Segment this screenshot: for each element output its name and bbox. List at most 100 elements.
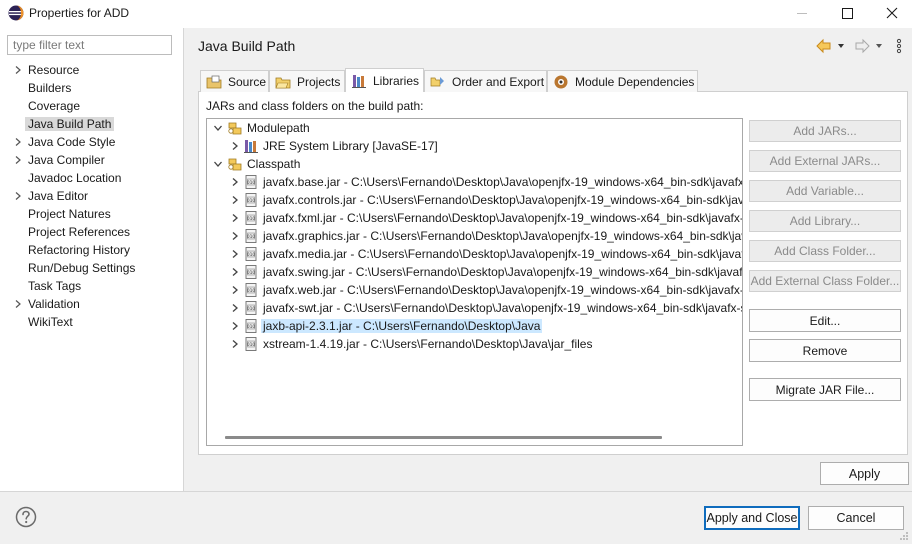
- chevron-right-icon[interactable]: [230, 339, 240, 349]
- sidebar-item[interactable]: Java Build Path: [0, 115, 183, 133]
- chevron-right-icon[interactable]: [13, 65, 23, 75]
- library-action-button[interactable]: Add Variable...: [749, 180, 901, 202]
- maximize-button[interactable]: [824, 0, 870, 26]
- build-path-tree[interactable]: Modulepath JRE System Library [JavaSE-17]…: [206, 118, 743, 446]
- close-button[interactable]: [869, 0, 912, 26]
- sidebar-item[interactable]: Java Compiler: [0, 151, 183, 169]
- tree-item-row[interactable]: 010 javafx-swt.jar - C:\Users\Fernando\De…: [207, 299, 742, 317]
- chevron-right-icon[interactable]: [13, 137, 23, 147]
- module-dependencies-icon: [554, 75, 568, 88]
- source-folder-icon: [206, 75, 222, 88]
- chevron-right-icon[interactable]: [230, 177, 240, 187]
- tab-projects[interactable]: Projects: [269, 70, 345, 92]
- svg-text:010: 010: [247, 324, 256, 330]
- sidebar-item[interactable]: Java Editor: [0, 187, 183, 205]
- library-action-button[interactable]: Add Class Folder...: [749, 240, 901, 262]
- sidebar-item-label: Builders: [28, 81, 72, 95]
- tree-item-row[interactable]: 010 javafx.controls.jar - C:\Users\Fernan…: [207, 191, 742, 209]
- sidebar-item[interactable]: Refactoring History: [0, 241, 183, 259]
- tree-item-row[interactable]: 010 javafx.media.jar - C:\Users\Fernando\…: [207, 245, 742, 263]
- chevron-right-icon[interactable]: [230, 231, 240, 241]
- library-action-button[interactable]: Migrate JAR File...: [749, 378, 901, 401]
- svg-text:010: 010: [247, 180, 256, 186]
- jar-icon: 010: [245, 211, 257, 225]
- filter-input[interactable]: [7, 35, 172, 55]
- chevron-right-icon[interactable]: [230, 321, 240, 331]
- library-container-icon: [228, 122, 242, 135]
- minimize-button[interactable]: [779, 0, 825, 26]
- tree-item-row[interactable]: 010 xstream-1.4.19.jar - C:\Users\Fernand…: [207, 335, 742, 353]
- forward-menu-chevron-icon[interactable]: [876, 44, 882, 48]
- sidebar-item[interactable]: Resource: [0, 61, 183, 79]
- sidebar-item[interactable]: Builders: [0, 79, 183, 97]
- tab-order-and-export[interactable]: Order and Export: [424, 70, 547, 92]
- view-menu-icon[interactable]: [896, 38, 902, 54]
- library-action-button[interactable]: Add JARs...: [749, 120, 901, 142]
- tab-source[interactable]: Source: [200, 70, 269, 92]
- tree-item-row[interactable]: 010 javafx.base.jar - C:\Users\Fernando\D…: [207, 173, 742, 191]
- chevron-right-icon[interactable]: [13, 191, 23, 201]
- sidebar-item[interactable]: Coverage: [0, 97, 183, 115]
- back-arrow-icon[interactable]: [816, 38, 831, 54]
- tree-item-row[interactable]: 010 javafx.swing.jar - C:\Users\Fernando\…: [207, 263, 742, 281]
- chevron-right-icon[interactable]: [230, 303, 240, 313]
- chevron-right-icon[interactable]: [13, 155, 23, 165]
- resize-grip-icon[interactable]: [899, 531, 909, 541]
- library-action-button[interactable]: Add External JARs...: [749, 150, 901, 172]
- chevron-right-icon[interactable]: [230, 141, 240, 151]
- tab-module-dependencies[interactable]: Module Dependencies: [547, 70, 698, 92]
- apply-and-close-button[interactable]: Apply and Close: [704, 506, 800, 530]
- library-action-button[interactable]: Edit...: [749, 309, 901, 332]
- sidebar-item-label: Java Editor: [28, 189, 89, 203]
- horizontal-scrollbar[interactable]: [225, 436, 662, 439]
- tree-group-row[interactable]: Modulepath: [207, 119, 742, 137]
- svg-text:010: 010: [247, 252, 256, 258]
- sidebar-item[interactable]: Javadoc Location: [0, 169, 183, 187]
- svg-text:010: 010: [247, 288, 256, 294]
- tree-item-row[interactable]: 010 javafx.graphics.jar - C:\Users\Fernan…: [207, 227, 742, 245]
- sidebar-item-label: Refactoring History: [28, 243, 131, 257]
- chevron-right-icon[interactable]: [13, 299, 23, 309]
- page-title: Java Build Path: [198, 38, 296, 54]
- back-menu-chevron-icon[interactable]: [838, 44, 844, 48]
- library-action-button[interactable]: Add Library...: [749, 210, 901, 232]
- sidebar-item[interactable]: Run/Debug Settings: [0, 259, 183, 277]
- tree-item-row[interactable]: 010 javafx.fxml.jar - C:\Users\Fernando\D…: [207, 209, 742, 227]
- chevron-right-icon[interactable]: [230, 195, 240, 205]
- tab-module-dependencies-label: Module Dependencies: [575, 74, 695, 89]
- sidebar-item[interactable]: WikiText: [0, 313, 183, 331]
- tree-item-label: Classpath: [247, 157, 301, 171]
- apply-button[interactable]: Apply: [820, 462, 909, 485]
- help-icon[interactable]: [15, 506, 37, 528]
- library-action-button[interactable]: Remove: [749, 339, 901, 362]
- sidebar-item-label: WikiText: [28, 315, 73, 329]
- tab-libraries[interactable]: Libraries: [345, 68, 424, 92]
- forward-arrow-icon[interactable]: [855, 38, 870, 54]
- cancel-button[interactable]: Cancel: [808, 506, 904, 530]
- libraries-description: JARs and class folders on the build path…: [206, 99, 424, 113]
- chevron-down-icon[interactable]: [213, 123, 223, 133]
- tree-item-label: javafx.controls.jar - C:\Users\Fernando\…: [263, 193, 742, 207]
- sidebar-item[interactable]: Project References: [0, 223, 183, 241]
- svg-text:010: 010: [247, 270, 256, 276]
- sidebar-item[interactable]: Project Natures: [0, 205, 183, 223]
- chevron-down-icon[interactable]: [213, 159, 223, 169]
- sidebar-item-label: Task Tags: [28, 279, 82, 293]
- tab-libraries-label: Libraries: [373, 73, 420, 88]
- chevron-right-icon[interactable]: [230, 213, 240, 223]
- sidebar-item[interactable]: Java Code Style: [0, 133, 183, 151]
- chevron-right-icon[interactable]: [230, 285, 240, 295]
- projects-icon: [275, 77, 291, 88]
- tree-item-row[interactable]: 010 javafx.web.jar - C:\Users\Fernando\De…: [207, 281, 742, 299]
- tree-item-row[interactable]: 010 jaxb-api-2.3.1.jar - C:\Users\Fernand…: [207, 317, 742, 335]
- sidebar-item[interactable]: Validation: [0, 295, 183, 313]
- tree-item-row[interactable]: JRE System Library [JavaSE-17]: [207, 137, 742, 155]
- chevron-right-icon[interactable]: [230, 267, 240, 277]
- chevron-right-icon[interactable]: [230, 249, 240, 259]
- tree-group-row[interactable]: Classpath: [207, 155, 742, 173]
- svg-text:010: 010: [247, 306, 256, 312]
- library-action-button[interactable]: Add External Class Folder...: [749, 270, 901, 292]
- sidebar-item[interactable]: Task Tags: [0, 277, 183, 295]
- sidebar-item-label: Java Code Style: [28, 135, 116, 149]
- close-icon: [886, 7, 898, 19]
